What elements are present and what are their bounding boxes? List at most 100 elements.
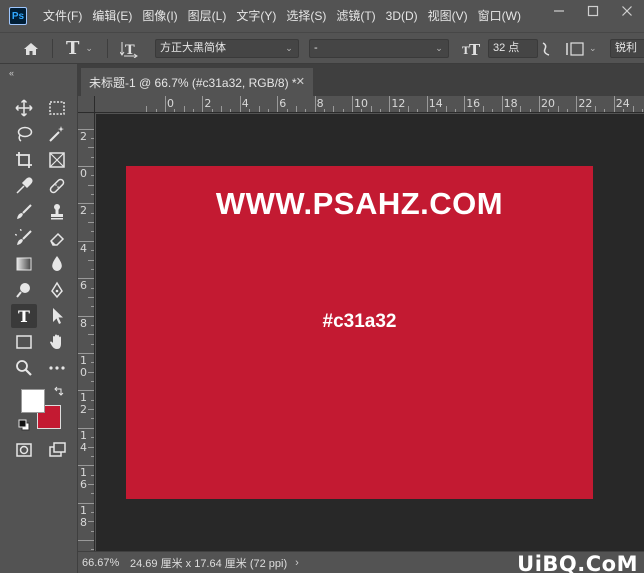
crop-icon[interactable] [11, 148, 37, 172]
minimize-icon[interactable] [542, 0, 576, 22]
hand-icon[interactable] [44, 330, 70, 354]
ruler-tick [211, 109, 213, 112]
ruler-tick [91, 287, 94, 289]
menu-window[interactable]: 窗口(W) [473, 0, 526, 32]
document-size: 24.69 厘米 x 17.64 厘米 (72 ppi) [130, 557, 288, 570]
zoom-icon[interactable] [11, 356, 37, 380]
magic-wand-icon[interactable] [44, 122, 70, 146]
headline-text-layer[interactable]: WWW.PSAHZ.COM [126, 186, 593, 222]
ruler-tick [258, 106, 260, 112]
screen-mode-icon[interactable] [44, 438, 70, 462]
horizontal-ruler[interactable]: 0 2 4 6 8 10 12 14 16 18 20 22 24 [95, 96, 644, 113]
ruler-label: 1 6 [80, 466, 87, 492]
vertical-ruler[interactable]: 2 0 2 4 6 8 1 0 1 2 1 4 1 6 1 8 [78, 113, 95, 551]
ruler-tick [91, 343, 94, 345]
tool-preset-picker[interactable]: T ⌄ [66, 33, 93, 64]
font-family-value: 方正大黑简体 [160, 42, 226, 54]
ruler-tick [183, 106, 185, 112]
ruler-tick [529, 109, 531, 112]
ruler-tick [165, 96, 166, 112]
ruler-tick [389, 96, 391, 112]
menu-image[interactable]: 图像(I) [137, 0, 182, 32]
ruler-origin[interactable] [78, 96, 95, 113]
ruler-tick [88, 184, 94, 186]
ruler-tick [370, 106, 372, 112]
font-style-select[interactable]: - ⌄ [309, 39, 449, 58]
chevron-right-icon[interactable]: › [295, 557, 299, 569]
text-orientation-icon[interactable]: T [120, 33, 138, 64]
eyedropper-icon[interactable] [11, 174, 37, 198]
ruler-tick [91, 381, 94, 383]
color-code-text-layer[interactable]: #c31a32 [126, 311, 593, 333]
ruler-tick [91, 250, 94, 252]
photoshop-logo: Ps [9, 7, 27, 25]
more-tools-icon[interactable] [44, 356, 70, 380]
ruler-label: 1 8 [80, 503, 87, 529]
lasso-icon[interactable] [11, 122, 37, 146]
align-left-icon[interactable]: ⌄ [566, 33, 597, 64]
brush-icon[interactable] [11, 200, 37, 224]
default-colors-icon[interactable] [18, 419, 30, 434]
ruler-tick [342, 109, 344, 112]
history-brush-icon[interactable] [11, 226, 37, 250]
home-icon[interactable] [22, 33, 40, 64]
ruler-tick [91, 156, 94, 158]
ruler-tick [239, 96, 241, 112]
ruler-tick [88, 259, 94, 261]
ruler-tick [604, 109, 606, 112]
ruler-tick [295, 106, 297, 112]
menu-items: 文件(F) 编辑(E) 图像(I) 图层(L) 文字(Y) 选择(S) 滤镜(T… [38, 0, 526, 32]
ruler-tick [174, 109, 176, 112]
ruler-tick [249, 109, 251, 112]
font-family-select[interactable]: 方正大黑简体 ⌄ [155, 39, 299, 58]
watermark: UiBQ.CoM [517, 552, 638, 573]
ruler-label: 2 [80, 204, 87, 218]
quick-mask-icon[interactable] [11, 438, 37, 462]
type-tool-icon: T [66, 38, 80, 59]
ruler-tick [482, 106, 484, 112]
zoom-level[interactable]: 66.67% [82, 557, 126, 569]
type-icon[interactable]: T [11, 304, 37, 328]
document-canvas[interactable]: WWW.PSAHZ.COM #c31a32 [126, 166, 593, 499]
ruler-label: 22 [578, 97, 593, 110]
clone-stamp-icon[interactable] [44, 200, 70, 224]
blur-icon[interactable] [44, 252, 70, 276]
foreground-color[interactable] [21, 389, 45, 413]
maximize-icon[interactable] [576, 0, 610, 22]
ruler-tick [91, 474, 94, 476]
ruler-tick [91, 399, 94, 401]
collapse-panel-icon[interactable]: « [9, 68, 14, 78]
move-icon[interactable] [11, 96, 37, 120]
font-size-input[interactable]: 32 点 [488, 39, 538, 58]
marquee-icon[interactable] [44, 96, 70, 120]
close-tab-icon[interactable]: ✕ [296, 75, 305, 88]
ruler-tick [501, 96, 503, 112]
ruler-tick [202, 96, 204, 112]
menu-layer[interactable]: 图层(L) [183, 0, 232, 32]
healing-brush-icon[interactable] [44, 174, 70, 198]
ruler-tick [286, 109, 288, 112]
ruler-tick [91, 194, 94, 196]
frame-icon[interactable] [44, 148, 70, 172]
eraser-icon[interactable] [44, 226, 70, 250]
menu-view[interactable]: 视图(V) [423, 0, 473, 32]
menu-select[interactable]: 选择(S) [281, 0, 331, 32]
menu-filter[interactable]: 滤镜(T) [331, 0, 380, 32]
gradient-icon[interactable] [11, 252, 37, 276]
chevron-down-icon: ⌄ [435, 43, 443, 53]
ruler-tick [91, 306, 94, 308]
dodge-icon[interactable] [11, 278, 37, 302]
close-icon[interactable] [610, 0, 644, 22]
menu-file[interactable]: 文件(F) [38, 0, 87, 32]
antialias-select[interactable]: 锐利 [610, 39, 644, 58]
menu-3d[interactable]: 3D(D) [381, 0, 423, 32]
menu-edit[interactable]: 编辑(E) [87, 0, 137, 32]
ruler-tick [91, 455, 94, 457]
ruler-tick [91, 212, 94, 214]
menu-type[interactable]: 文字(Y) [231, 0, 281, 32]
document-tab[interactable]: 未标题-1 @ 66.7% (#c31a32, RGB/8) * ✕ [81, 68, 313, 96]
swap-colors-icon[interactable] [53, 386, 64, 400]
path-selection-icon[interactable] [44, 304, 70, 328]
rectangle-icon[interactable] [11, 330, 37, 354]
pen-icon[interactable] [44, 278, 70, 302]
